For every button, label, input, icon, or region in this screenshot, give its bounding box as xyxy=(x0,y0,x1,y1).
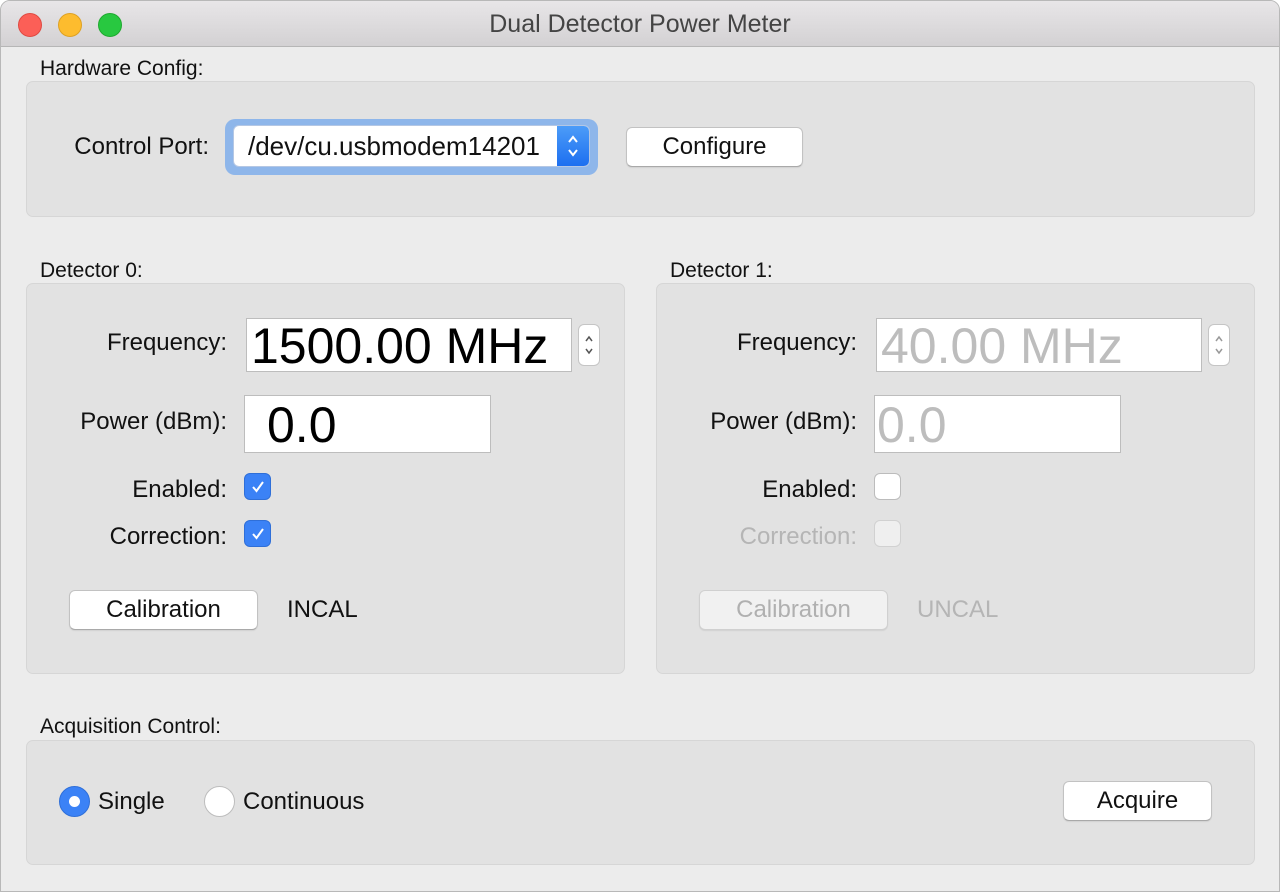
checkmark-icon xyxy=(251,527,264,540)
detector-0-label: Detector 0: xyxy=(40,259,143,282)
checkmark-icon xyxy=(251,480,264,493)
detector-0-power-label: Power (dBm): xyxy=(80,408,227,435)
single-mode-radio[interactable] xyxy=(59,786,90,817)
continuous-mode-radio[interactable] xyxy=(204,786,235,817)
window-title: Dual Detector Power Meter xyxy=(489,10,791,38)
detector-0-frequency-label: Frequency: xyxy=(106,329,227,356)
detector-1-frequency-label: Frequency: xyxy=(736,329,857,356)
detector-0-correction-label: Correction: xyxy=(109,523,227,550)
detector-1-frequency-value: 40.00 MHz xyxy=(881,318,1123,374)
detector-0-frequency-input[interactable]: 1500.00 MHz xyxy=(246,318,572,374)
detector-1-correction-checkbox[interactable] xyxy=(874,520,901,547)
acquire-button[interactable]: Acquire xyxy=(1063,781,1212,821)
detector-1-power-field: 0.0 xyxy=(874,395,1121,453)
detector-0-power-field: 0.0 xyxy=(244,395,491,453)
detector-0-calibration-button[interactable]: Calibration xyxy=(69,590,258,630)
configure-button[interactable]: Configure xyxy=(626,127,803,167)
control-port-value: /dev/cu.usbmodem14201 xyxy=(248,131,540,161)
detector-1-enabled-label: Enabled: xyxy=(762,476,857,503)
hardware-config-label: Hardware Config: xyxy=(40,57,204,80)
single-mode-label[interactable]: Single xyxy=(98,788,165,816)
detector-1-power-value: 0.0 xyxy=(877,397,947,453)
detector-0-correction-checkbox[interactable] xyxy=(244,520,271,547)
detector-1-correction-label: Correction: xyxy=(739,523,857,550)
up-down-chevron-icon xyxy=(557,126,589,166)
control-port-label: Control Port: xyxy=(74,133,209,160)
detector-1-calibration-button[interactable]: Calibration xyxy=(699,590,888,630)
detector-1-frequency-stepper[interactable] xyxy=(1208,324,1230,366)
detector-0-enabled-label: Enabled: xyxy=(132,476,227,503)
detector-1-enabled-checkbox[interactable] xyxy=(874,473,901,500)
detector-1-calibration-status: UNCAL xyxy=(917,596,999,623)
detector-0-calibration-status: INCAL xyxy=(287,596,358,623)
detector-0-frequency-value: 1500.00 MHz xyxy=(251,318,549,374)
continuous-mode-label[interactable]: Continuous xyxy=(243,788,364,816)
title-bar[interactable]: Dual Detector Power Meter xyxy=(1,1,1279,47)
detector-1-frequency-input[interactable]: 40.00 MHz xyxy=(876,318,1202,374)
detector-1-power-label: Power (dBm): xyxy=(710,408,857,435)
control-port-select[interactable]: /dev/cu.usbmodem14201 xyxy=(233,125,590,167)
detector-0-frequency-stepper[interactable] xyxy=(578,324,600,366)
detector-0-power-value: 0.0 xyxy=(267,397,337,453)
detector-1-label: Detector 1: xyxy=(670,259,773,282)
acquisition-control-label: Acquisition Control: xyxy=(40,715,221,738)
detector-0-enabled-checkbox[interactable] xyxy=(244,473,271,500)
app-window: Dual Detector Power Meter Hardware Confi… xyxy=(0,0,1280,892)
